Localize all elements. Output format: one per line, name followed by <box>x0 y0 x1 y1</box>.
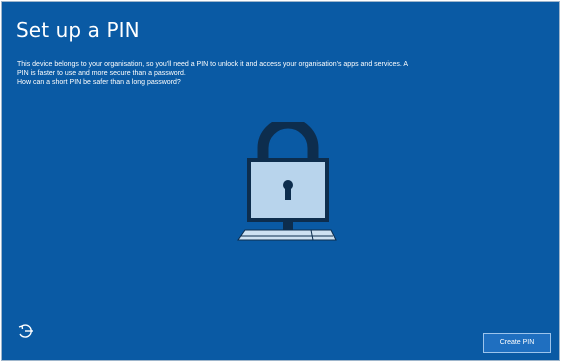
create-pin-button[interactable]: Create PIN <box>483 333 551 353</box>
pin-safety-link[interactable]: How can a short PIN be safer than a long… <box>17 78 417 87</box>
setup-pin-window: Set up a PIN This device belongs to your… <box>1 1 560 361</box>
ease-of-access-icon[interactable] <box>16 321 36 341</box>
description-text: This device belongs to your organisation… <box>17 61 408 77</box>
page-description: This device belongs to your organisation… <box>17 60 417 87</box>
page-title: Set up a PIN <box>16 18 140 42</box>
keyboard-base <box>237 229 337 241</box>
padlock-shackle <box>257 122 319 160</box>
padlock-laptop-icon <box>237 122 337 241</box>
